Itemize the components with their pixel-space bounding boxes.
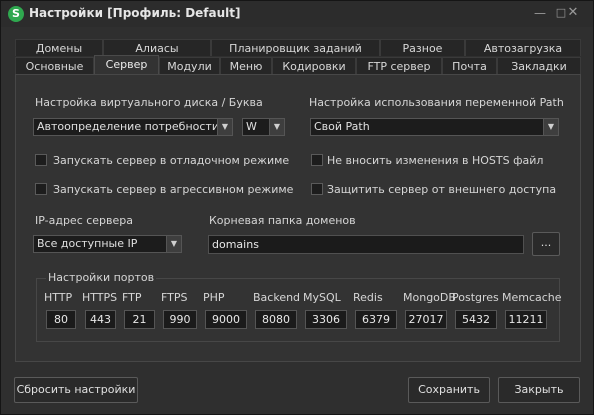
protect-external-label[interactable]: Защитить сервер от внешнего доступа bbox=[327, 183, 556, 196]
aggressive-mode-checkbox[interactable] bbox=[35, 183, 47, 195]
tab-server[interactable]: Сервер bbox=[94, 55, 159, 74]
path-label: Настройка использования переменной Path bbox=[309, 96, 564, 109]
port-label-ftps: FTPS bbox=[161, 291, 188, 304]
port-label-redis: Redis bbox=[353, 291, 383, 304]
protect-external-checkbox[interactable] bbox=[311, 183, 323, 195]
debug-mode-label[interactable]: Запускать сервер в отладочном режиме bbox=[53, 154, 289, 167]
tab-autostart[interactable]: Автозагрузка bbox=[465, 39, 581, 56]
port-input-php[interactable]: 9000 bbox=[205, 310, 247, 329]
vdisk-letter-value: W bbox=[246, 120, 257, 133]
port-input-ftps[interactable]: 990 bbox=[163, 310, 197, 329]
chevron-down-icon: ▼ bbox=[269, 119, 284, 135]
port-input-redis[interactable]: 6379 bbox=[355, 310, 397, 329]
no-hosts-label[interactable]: Не вносить изменения в HOSTS файл bbox=[327, 154, 543, 167]
path-select[interactable]: Свой Path ▼ bbox=[310, 118, 559, 136]
tab-bookmarks[interactable]: Закладки bbox=[497, 57, 581, 74]
vdisk-label: Настройка виртуального диска / Буква bbox=[35, 96, 263, 109]
vdisk-mode-value: Автоопределение потребности bbox=[37, 120, 219, 133]
title-bar[interactable]: S Настройки [Профиль: Default] — □ ✕ bbox=[1, 1, 593, 27]
port-input-mongodb[interactable]: 27017 bbox=[405, 310, 447, 329]
port-label-backend: Backend bbox=[253, 291, 301, 304]
root-folder-label: Корневая папка доменов bbox=[209, 214, 356, 227]
port-label-memcache: Memcache bbox=[502, 291, 562, 304]
port-label-mysql: MySQL bbox=[303, 291, 341, 304]
port-label-ftp: FTP bbox=[122, 291, 142, 304]
browse-folder-button[interactable]: ... bbox=[532, 232, 560, 256]
port-input-mysql[interactable]: 3306 bbox=[305, 310, 347, 329]
tab-modules[interactable]: Модули bbox=[159, 57, 220, 74]
tab-domains[interactable]: Домены bbox=[15, 39, 103, 56]
port-input-ftp[interactable]: 21 bbox=[124, 310, 155, 329]
tab-aliases[interactable]: Алиасы bbox=[103, 39, 211, 56]
ip-value: Все доступные IP bbox=[37, 237, 138, 250]
tab-row-2: Основные Сервер Модули Меню Кодировки FT… bbox=[15, 55, 581, 74]
tab-ftp-server[interactable]: FTP сервер bbox=[356, 57, 442, 74]
ports-group-title: Настройки портов bbox=[46, 271, 157, 284]
tab-mail[interactable]: Почта bbox=[442, 57, 497, 74]
tab-encodings[interactable]: Кодировки bbox=[272, 57, 356, 74]
ip-label: IP-адрес сервера bbox=[35, 214, 134, 227]
debug-mode-checkbox[interactable] bbox=[35, 154, 47, 166]
tab-row-1: Домены Алиасы Планировщик заданий Разное… bbox=[15, 39, 581, 56]
reset-settings-button[interactable]: Сбросить настройки bbox=[14, 377, 138, 403]
port-input-backend[interactable]: 8080 bbox=[255, 310, 297, 329]
tab-misc[interactable]: Разное bbox=[380, 39, 465, 56]
chevron-down-icon: ▼ bbox=[166, 236, 181, 252]
port-label-postgres: Postgres bbox=[452, 291, 499, 304]
path-value: Свой Path bbox=[314, 120, 370, 133]
vdisk-letter-select[interactable]: W ▼ bbox=[242, 118, 285, 136]
ip-select[interactable]: Все доступные IP ▼ bbox=[33, 235, 182, 253]
window-title: Настройки [Профиль: Default] bbox=[29, 6, 241, 20]
root-folder-input[interactable]: domains bbox=[208, 235, 524, 254]
no-hosts-checkbox[interactable] bbox=[311, 154, 323, 166]
port-input-https[interactable]: 443 bbox=[85, 310, 116, 329]
port-input-memcache[interactable]: 11211 bbox=[505, 310, 547, 329]
save-button[interactable]: Сохранить bbox=[408, 377, 490, 403]
vdisk-mode-select[interactable]: Автоопределение потребности ▼ bbox=[33, 118, 233, 136]
chevron-down-icon: ▼ bbox=[217, 119, 232, 135]
aggressive-mode-label[interactable]: Запускать сервер в агрессивном режиме bbox=[53, 183, 293, 196]
tab-menu[interactable]: Меню bbox=[220, 57, 272, 74]
port-input-http[interactable]: 80 bbox=[46, 310, 76, 329]
tab-scheduler[interactable]: Планировщик заданий bbox=[211, 39, 380, 56]
minimize-button[interactable]: — bbox=[529, 4, 551, 22]
close-button[interactable]: Закрыть bbox=[498, 377, 580, 403]
settings-window: S Настройки [Профиль: Default] — □ ✕ Дом… bbox=[0, 0, 594, 415]
port-label-https: HTTPS bbox=[82, 291, 118, 304]
tab-general[interactable]: Основные bbox=[15, 57, 94, 74]
chevron-down-icon: ▼ bbox=[543, 119, 558, 135]
port-label-mongodb: MongoDB bbox=[403, 291, 456, 304]
port-label-http: HTTP bbox=[44, 291, 73, 304]
port-label-php: PHP bbox=[203, 291, 225, 304]
port-input-postgres[interactable]: 5432 bbox=[455, 310, 497, 329]
app-logo-icon: S bbox=[8, 6, 24, 22]
close-window-button[interactable]: ✕ bbox=[562, 4, 584, 22]
